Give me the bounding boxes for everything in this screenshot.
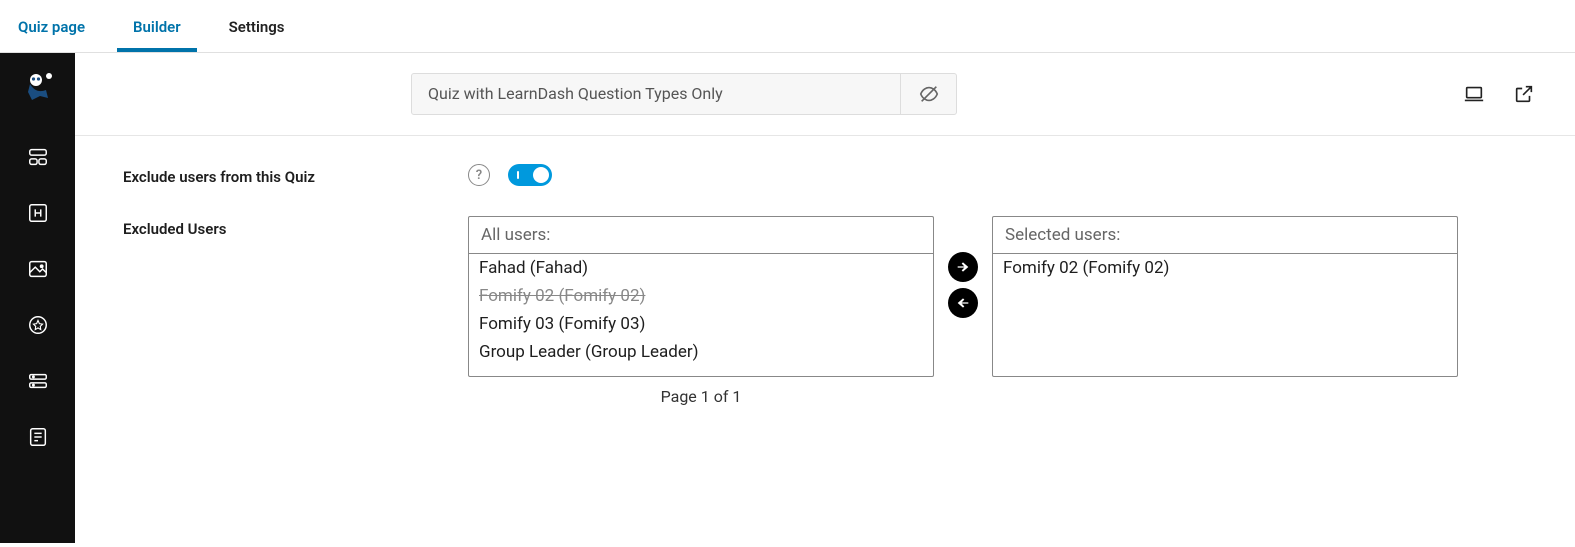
list-item[interactable]: Fomify 03 (Fomify 03) [469, 310, 933, 338]
sidebar-list-icon[interactable] [26, 369, 50, 393]
sidebar-heading-icon[interactable] [26, 201, 50, 225]
all-users-column: All users: Fahad (Fahad) Fomify 02 (Fomi… [468, 216, 934, 406]
selected-users-header: Selected users: [992, 216, 1458, 253]
tab-quiz-page[interactable]: Quiz page [14, 10, 89, 52]
arrow-left-icon [955, 295, 971, 311]
editor-header: Quiz with LearnDash Question Types Only [75, 53, 1575, 136]
toggle-knob [533, 167, 549, 183]
sidebar-blocks-icon[interactable] [26, 145, 50, 169]
all-users-listbox[interactable]: Fahad (Fahad) Fomify 02 (Fomify 02) Fomi… [468, 253, 934, 377]
sidebar-form-icon[interactable] [26, 425, 50, 449]
excluded-users-label: Excluded Users [123, 216, 468, 238]
exclude-users-label: Exclude users from this Quiz [123, 164, 468, 186]
tab-builder[interactable]: Builder [129, 10, 185, 52]
exclude-users-toggle[interactable] [508, 164, 552, 186]
device-preview-button[interactable] [1463, 83, 1485, 105]
editor-sidebar [0, 53, 75, 543]
list-item[interactable]: Fomify 02 (Fomify 02) [993, 254, 1457, 282]
main-content: Quiz with LearnDash Question Types Only [75, 53, 1575, 543]
sidebar-image-icon[interactable] [26, 257, 50, 281]
laptop-icon [1463, 82, 1485, 106]
header-right-controls [1253, 83, 1535, 105]
add-user-button[interactable] [948, 252, 978, 282]
quiz-title-box: Quiz with LearnDash Question Types Only [411, 73, 957, 115]
external-link-button[interactable] [1513, 83, 1535, 105]
list-item[interactable]: Fahad (Fahad) [469, 254, 933, 282]
quiz-title-input[interactable]: Quiz with LearnDash Question Types Only [412, 74, 900, 114]
transfer-buttons [948, 216, 978, 318]
selected-users-listbox[interactable]: Fomify 02 (Fomify 02) [992, 253, 1458, 377]
exclude-users-row: Exclude users from this Quiz ? [123, 164, 1527, 186]
external-link-icon [1513, 83, 1535, 105]
app-logo [17, 67, 59, 109]
remove-user-button[interactable] [948, 288, 978, 318]
toggle-on-indicator [517, 171, 519, 179]
list-item[interactable]: Fomify 02 (Fomify 02) [469, 282, 933, 310]
visibility-toggle-button[interactable] [900, 74, 956, 114]
selected-users-column: Selected users: Fomify 02 (Fomify 02) [992, 216, 1458, 377]
help-button[interactable]: ? [468, 164, 490, 186]
visibility-off-icon [918, 83, 940, 105]
settings-body: Exclude users from this Quiz ? Excluded … [75, 136, 1575, 464]
all-users-header: All users: [468, 216, 934, 253]
list-item[interactable]: Group Leader (Group Leader) [469, 338, 933, 366]
top-tabs: Quiz page Builder Settings [0, 0, 1575, 53]
tab-settings[interactable]: Settings [225, 10, 289, 52]
all-users-pagination: Page 1 of 1 [468, 387, 934, 406]
sidebar-star-icon[interactable] [26, 313, 50, 337]
arrow-right-icon [955, 259, 971, 275]
excluded-users-row: Excluded Users All users: Fahad (Fahad) … [123, 216, 1527, 406]
dual-list-selector: All users: Fahad (Fahad) Fomify 02 (Fomi… [468, 216, 1458, 406]
